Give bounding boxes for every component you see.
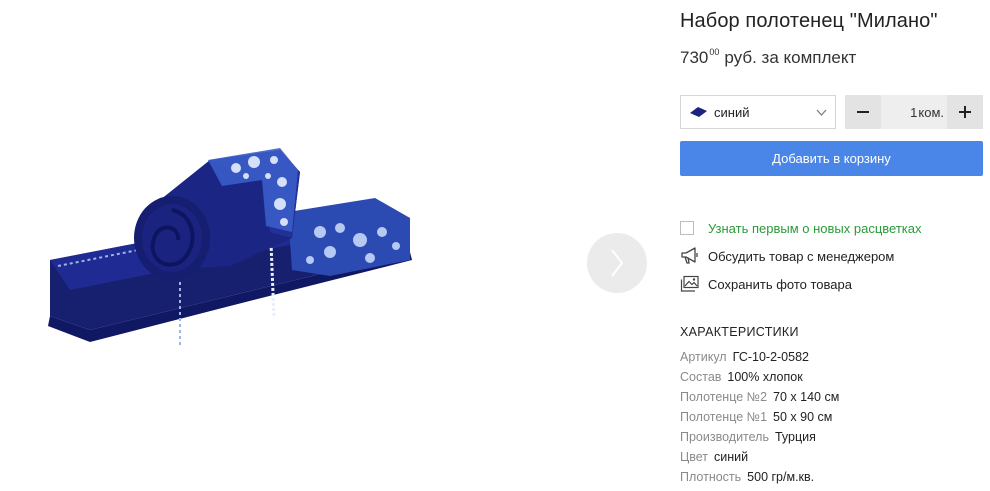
- color-swatch-icon: [690, 107, 707, 117]
- chevron-right-icon: [611, 249, 624, 277]
- price-unit: руб. за комплект: [724, 48, 857, 67]
- specs-heading: ХАРАКТЕРИСТИКИ: [680, 325, 799, 339]
- spec-row: Артикул ГС-10-2-0582: [680, 350, 809, 364]
- product-gallery: [0, 0, 650, 491]
- price-amount: 730: [680, 48, 709, 67]
- spec-value: 70 х 140 см: [773, 390, 840, 404]
- spec-value: 100% хлопок: [727, 370, 803, 384]
- spec-row: Цвет синий: [680, 450, 748, 464]
- quantity-field[interactable]: 1 ком.: [881, 95, 947, 129]
- product-photo: [48, 148, 412, 346]
- spec-key: Плотность: [680, 470, 742, 484]
- spec-row: Состав 100% хлопок: [680, 370, 803, 384]
- spec-value: 50 х 90 см: [773, 410, 833, 424]
- next-image-button[interactable]: [587, 233, 647, 293]
- plus-icon: [959, 106, 971, 118]
- save-photo-label: Сохранить фото товара: [708, 276, 852, 292]
- notify-new-colors-row[interactable]: Узнать первым о новых расцветках: [680, 219, 921, 237]
- quantity-stepper: 1 ком.: [845, 95, 983, 129]
- photo-icon: [680, 275, 700, 293]
- notify-new-colors-label[interactable]: Узнать первым о новых расцветках: [708, 221, 921, 236]
- megaphone-icon: [680, 247, 700, 265]
- product-price: 73000 руб. за комплект: [680, 47, 856, 68]
- spec-value: 500 гр/м.кв.: [747, 470, 815, 484]
- spec-key: Производитель: [680, 430, 769, 444]
- quantity-increase-button[interactable]: [947, 95, 983, 129]
- product-title: Набор полотенец "Милано": [680, 10, 938, 32]
- spec-key: Полотенце №1: [680, 410, 768, 424]
- color-select[interactable]: синий: [680, 95, 836, 129]
- spec-key: Артикул: [680, 350, 727, 364]
- color-select-value: синий: [714, 104, 750, 120]
- price-cents: 00: [709, 47, 720, 57]
- spec-key: Состав: [680, 370, 722, 384]
- spec-value: синий: [714, 450, 749, 464]
- quantity-unit: ком.: [918, 104, 944, 120]
- spec-value: ГС-10-2-0582: [732, 350, 809, 364]
- quantity-decrease-button[interactable]: [845, 95, 881, 129]
- spec-row: Полотенце №1 50 х 90 см: [680, 410, 832, 424]
- discuss-with-manager-label: Обсудить товар с менеджером: [708, 248, 895, 264]
- product-page: Набор полотенец "Милано" 73000 руб. за ко…: [0, 0, 990, 491]
- quantity-value: 1: [910, 104, 918, 120]
- save-photo-link[interactable]: Сохранить фото товара: [680, 275, 852, 293]
- spec-value: Турция: [774, 430, 816, 444]
- spec-key: Полотенце №2: [680, 390, 768, 404]
- minus-icon: [857, 111, 869, 113]
- spec-row: Производитель Турция: [680, 430, 816, 444]
- spec-key: Цвет: [680, 450, 709, 464]
- spec-row: Плотность 500 гр/м.кв.: [680, 470, 814, 484]
- notify-checkbox[interactable]: [680, 221, 694, 235]
- add-to-cart-button[interactable]: Добавить в корзину: [680, 141, 983, 176]
- spec-row: Полотенце №2 70 х 140 см: [680, 390, 839, 404]
- discuss-with-manager-link[interactable]: Обсудить товар с менеджером: [680, 247, 894, 265]
- chevron-down-icon: [816, 107, 827, 118]
